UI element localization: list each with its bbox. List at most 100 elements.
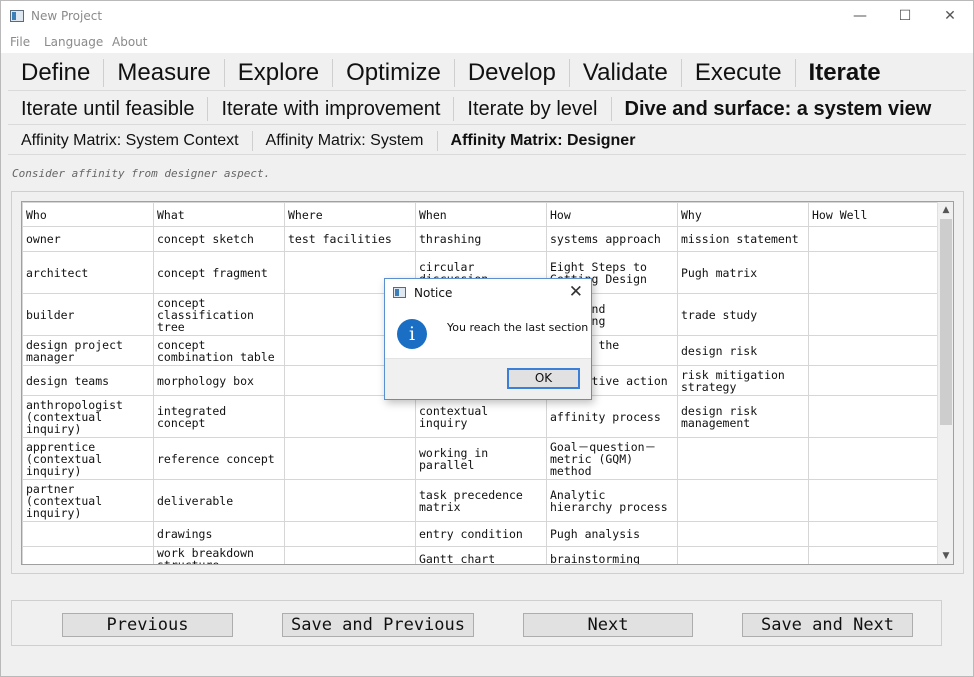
table-cell[interactable]: task precedence matrix bbox=[415, 479, 547, 522]
next-button[interactable]: Next bbox=[523, 613, 693, 637]
previous-button[interactable]: Previous bbox=[62, 613, 233, 637]
table-cell[interactable] bbox=[22, 521, 154, 547]
ok-button[interactable]: OK bbox=[507, 368, 580, 389]
table-cell[interactable]: Pugh matrix bbox=[677, 251, 809, 294]
table-cell[interactable] bbox=[677, 479, 809, 522]
table-cell[interactable] bbox=[284, 521, 416, 547]
table-cell[interactable]: drawings bbox=[153, 521, 285, 547]
table-cell[interactable]: anthropologist (contextual inquiry) bbox=[22, 395, 154, 438]
table-cell[interactable] bbox=[677, 546, 809, 564]
table-header-row: Who What Where When How Why How Well bbox=[22, 202, 940, 227]
table-cell[interactable] bbox=[284, 546, 416, 564]
table-cell[interactable]: brainstorming bbox=[546, 546, 678, 564]
table-cell[interactable]: architect bbox=[22, 251, 154, 294]
table-cell[interactable]: work breakdown structure bbox=[153, 546, 285, 564]
subtab-iterate-until-feasible[interactable]: Iterate until feasible bbox=[8, 97, 207, 121]
subtab-dive-and-surface-a-system-view[interactable]: Dive and surface: a system view bbox=[610, 96, 945, 121]
table-cell[interactable]: deliverable bbox=[153, 479, 285, 522]
table-row: drawings entry condition Pugh analysis bbox=[22, 521, 940, 547]
table-cell[interactable]: systems approach bbox=[546, 226, 678, 252]
info-icon: i bbox=[397, 319, 427, 349]
table-cell[interactable]: risk mitigation strategy bbox=[677, 365, 809, 396]
table-cell[interactable]: thrashing bbox=[415, 226, 547, 252]
table-cell[interactable]: entry condition bbox=[415, 521, 547, 547]
table-cell[interactable]: design teams bbox=[22, 365, 154, 396]
tab-validate[interactable]: Validate bbox=[568, 58, 681, 87]
main-tab-bar: Define Measure Explore Optimize Develop Valid… bbox=[8, 55, 966, 91]
table-cell[interactable]: concept sketch bbox=[153, 226, 285, 252]
tab-develop[interactable]: Develop bbox=[453, 58, 569, 87]
menu-about[interactable]: About bbox=[112, 35, 147, 49]
table-cell[interactable]: Gantt chart bbox=[415, 546, 547, 564]
sub-tab-bar: Iterate until feasible Iterate with impro… bbox=[8, 93, 966, 125]
subsubtab-affinity-matrix-designer[interactable]: Affinity Matrix: Designer bbox=[436, 130, 649, 151]
subsubtab-affinity-matrix-system[interactable]: Affinity Matrix: System bbox=[251, 130, 437, 151]
table-cell[interactable]: partner (contextual inquiry) bbox=[22, 479, 154, 522]
tab-measure[interactable]: Measure bbox=[103, 58, 223, 87]
table-cell[interactable] bbox=[808, 479, 940, 522]
subtab-iterate-with-improvement[interactable]: Iterate with improvement bbox=[207, 96, 453, 121]
table-cell[interactable]: reference concept bbox=[153, 437, 285, 480]
scroll-down-icon[interactable]: ▼ bbox=[938, 548, 953, 564]
dialog-title: Notice bbox=[414, 286, 453, 300]
table-cell[interactable]: concept fragment bbox=[153, 251, 285, 294]
column-header: How bbox=[546, 202, 678, 227]
table-cell[interactable]: integrated concept bbox=[153, 395, 285, 438]
table-row: partner (contextual inquiry) deliverable t… bbox=[22, 479, 940, 522]
table-cell[interactable] bbox=[808, 395, 940, 438]
menu-file[interactable]: File bbox=[10, 35, 30, 49]
table-cell[interactable]: owner bbox=[22, 226, 154, 252]
tab-define[interactable]: Define bbox=[8, 59, 103, 87]
table-cell[interactable] bbox=[284, 395, 416, 438]
table-cell[interactable] bbox=[808, 546, 940, 564]
table-cell[interactable]: builder bbox=[22, 293, 154, 336]
dialog-close-icon[interactable]: ✕ bbox=[569, 282, 583, 302]
tab-optimize[interactable]: Optimize bbox=[332, 58, 454, 87]
table-cell[interactable]: Pugh analysis bbox=[546, 521, 678, 547]
table-cell[interactable]: mission statement bbox=[677, 226, 809, 252]
tab-execute[interactable]: Execute bbox=[680, 58, 795, 87]
table-cell[interactable] bbox=[22, 546, 154, 564]
table-cell[interactable] bbox=[677, 437, 809, 480]
notice-dialog: Notice ✕ i You reach the last section OK bbox=[384, 278, 592, 400]
table-cell[interactable]: concept combination table bbox=[153, 335, 285, 366]
table-cell[interactable]: morphology box bbox=[153, 365, 285, 396]
tab-explore[interactable]: Explore bbox=[223, 58, 332, 87]
tab-iterate[interactable]: Iterate bbox=[794, 58, 894, 87]
table-cell[interactable] bbox=[808, 437, 940, 480]
table-cell[interactable] bbox=[808, 251, 940, 294]
scroll-thumb[interactable] bbox=[940, 219, 952, 425]
table-cell[interactable]: working in parallel bbox=[415, 437, 547, 480]
save-and-next-button[interactable]: Save and Next bbox=[742, 613, 913, 637]
table-cell[interactable] bbox=[808, 335, 940, 366]
table-cell[interactable] bbox=[808, 521, 940, 547]
subsubtab-affinity-matrix-system-context[interactable]: Affinity Matrix: System Context bbox=[8, 131, 252, 151]
table-cell[interactable]: apprentice (contextual inquiry) bbox=[22, 437, 154, 480]
column-header: Why bbox=[677, 202, 809, 227]
minimize-button[interactable]: — bbox=[837, 1, 883, 32]
subtab-iterate-by-level[interactable]: Iterate by level bbox=[453, 96, 610, 121]
scroll-up-icon[interactable]: ▲ bbox=[938, 202, 953, 218]
table-cell[interactable] bbox=[284, 437, 416, 480]
table-cell[interactable]: trade study bbox=[677, 293, 809, 336]
table-cell[interactable]: Goal－question－ metric (GQM) method bbox=[546, 437, 678, 480]
vertical-scrollbar[interactable]: ▲ ▼ bbox=[937, 202, 953, 564]
table-cell[interactable]: design risk management bbox=[677, 395, 809, 438]
maximize-button[interactable]: ☐ bbox=[882, 1, 928, 32]
table-cell[interactable]: test facilities bbox=[284, 226, 416, 252]
menu-language[interactable]: Language bbox=[44, 35, 103, 49]
close-button[interactable]: ✕ bbox=[927, 1, 973, 32]
table-cell[interactable] bbox=[284, 479, 416, 522]
table-cell[interactable]: concept classification tree bbox=[153, 293, 285, 336]
table-cell[interactable] bbox=[808, 365, 940, 396]
table-cell[interactable]: contextual inquiry bbox=[415, 395, 547, 438]
table-cell[interactable] bbox=[808, 293, 940, 336]
table-cell[interactable] bbox=[677, 521, 809, 547]
table-cell[interactable]: affinity process bbox=[546, 395, 678, 438]
table-cell[interactable]: Analytic hierarchy process bbox=[546, 479, 678, 522]
table-cell[interactable] bbox=[808, 226, 940, 252]
table-cell[interactable]: design project manager bbox=[22, 335, 154, 366]
save-and-previous-button[interactable]: Save and Previous bbox=[282, 613, 474, 637]
table-row: apprentice (contextual inquiry) reference… bbox=[22, 437, 940, 480]
table-cell[interactable]: design risk bbox=[677, 335, 809, 366]
